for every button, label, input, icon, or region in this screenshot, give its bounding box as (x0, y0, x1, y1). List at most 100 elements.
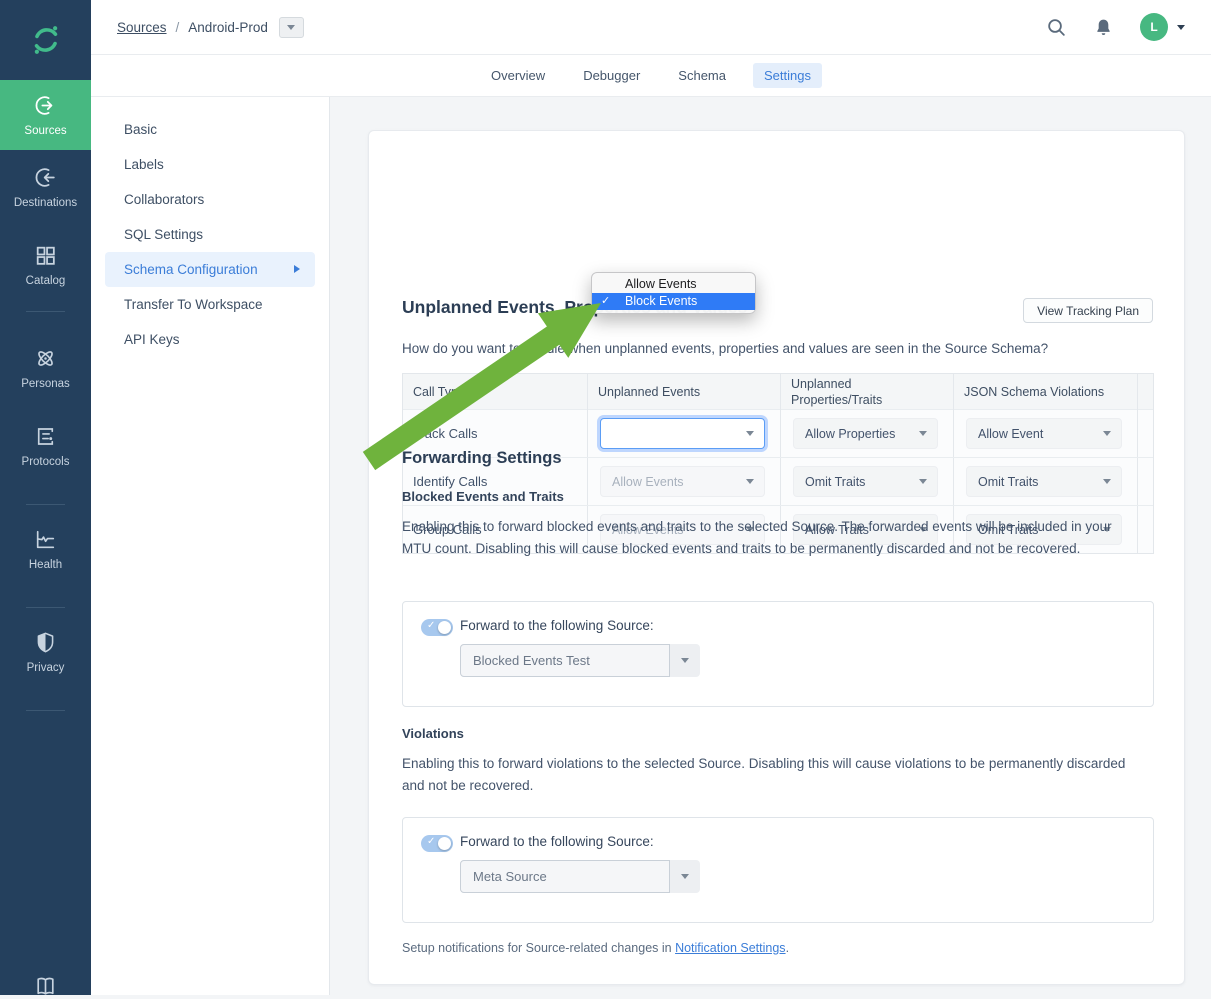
breadcrumb-separator: / (176, 20, 180, 35)
docs-button[interactable] (0, 974, 91, 999)
chevron-down-icon (919, 479, 927, 484)
forward-blocked-toggle[interactable]: ✓ (421, 619, 453, 636)
unplanned-properties-select[interactable]: Omit Traits (793, 466, 938, 497)
sidebar-item-label: Schema Configuration (124, 262, 258, 277)
sidebar-item-label: Privacy (27, 662, 65, 674)
sidebar-item-labels[interactable]: Labels (105, 147, 315, 182)
unplanned-events-select[interactable] (600, 418, 765, 449)
unplanned-properties-select[interactable]: Allow Properties (793, 418, 938, 449)
violations-source-select[interactable]: Meta Source (460, 860, 700, 893)
sidebar-item-label: Health (29, 559, 62, 571)
sidebar-item-catalog[interactable]: Catalog (0, 243, 91, 287)
sidebar-item-label: Catalog (26, 275, 66, 287)
sidebar-item-label: Personas (21, 378, 70, 390)
tab-schema[interactable]: Schema (667, 63, 737, 88)
segment-logo[interactable] (0, 0, 91, 80)
notifications-button[interactable] (1093, 17, 1114, 38)
menu-option-allow-events[interactable]: Allow Events (592, 276, 755, 293)
forwarding-settings-heading: Forwarding Settings (402, 449, 562, 468)
toggle-knob (438, 837, 451, 850)
sidebar-item-destinations[interactable]: Destinations (0, 165, 91, 209)
checkmark-icon: ✓ (601, 293, 610, 310)
blocked-events-description: Enabling this to forward blocked events … (402, 516, 1139, 559)
chevron-down-icon (1103, 479, 1111, 484)
unplanned-events-select[interactable]: Allow Events (600, 466, 765, 497)
tab-settings[interactable]: Settings (753, 63, 822, 88)
select-value: Blocked Events Test (460, 644, 670, 677)
sidebar-item-api-keys[interactable]: API Keys (105, 322, 315, 357)
sidebar-item-health[interactable]: Health (0, 527, 91, 571)
chevron-down-icon (287, 25, 295, 30)
check-icon: ✓ (427, 836, 435, 847)
forward-violations-toggle[interactable]: ✓ (421, 835, 453, 852)
sidebar-item-schema-configuration[interactable]: Schema Configuration (105, 252, 315, 287)
primary-sidebar: Sources Destinations Catalog Personas Pr… (0, 0, 91, 995)
check-icon: ✓ (427, 620, 435, 631)
forward-source-label: Forward to the following Source: (460, 834, 654, 849)
settings-sidebar: Basic Labels Collaborators SQL Settings … (91, 97, 330, 995)
catalog-icon (33, 243, 58, 268)
table-header-row: Call Type Unplanned Events Unplanned Pro… (403, 374, 1153, 409)
sidebar-item-privacy[interactable]: Privacy (0, 630, 91, 674)
column-header-call-type: Call Type (403, 374, 587, 411)
blocked-events-heading: Blocked Events and Traits (402, 489, 564, 504)
chevron-right-icon (294, 265, 300, 273)
tab-debugger[interactable]: Debugger (572, 63, 651, 88)
forward-source-label: Forward to the following Source: (460, 618, 654, 633)
menu-option-block-events[interactable]: ✓ Block Events (592, 293, 755, 310)
page-subtitle: How do you want to handle when unplanned… (402, 341, 1048, 356)
view-tracking-plan-button[interactable]: View Tracking Plan (1023, 298, 1153, 323)
column-header-unplanned-properties: Unplanned Properties/Traits (780, 374, 953, 411)
column-header-unplanned-events: Unplanned Events (587, 374, 780, 411)
note-suffix: . (786, 941, 789, 955)
avatar: L (1140, 13, 1168, 41)
user-menu[interactable]: L (1140, 13, 1185, 41)
chevron-down-icon (746, 479, 754, 484)
select-value: Omit Traits (805, 475, 865, 489)
protocols-icon (33, 424, 58, 449)
chevron-down-icon (681, 658, 689, 663)
toggle-knob (438, 621, 451, 634)
chevron-down-icon (681, 874, 689, 879)
tab-overview[interactable]: Overview (480, 63, 556, 88)
sidebar-item-sql-settings[interactable]: SQL Settings (105, 217, 315, 252)
sidebar-item-label: Protocols (22, 456, 70, 468)
json-violations-select[interactable]: Omit Traits (966, 466, 1122, 497)
sidebar-divider (26, 504, 65, 505)
unplanned-events-dropdown-menu: Allow Events ✓ Block Events (591, 272, 756, 314)
breadcrumb-current-source: Android-Prod (188, 20, 268, 35)
search-icon (1046, 17, 1067, 38)
source-switcher-button[interactable] (279, 17, 304, 38)
sidebar-divider (26, 311, 65, 312)
note-text: Setup notifications for Source-related c… (402, 941, 675, 955)
blocked-source-select[interactable]: Blocked Events Test (460, 644, 700, 677)
select-value: Allow Events (612, 475, 684, 489)
topbar-actions: L (1046, 13, 1185, 41)
sidebar-item-protocols[interactable]: Protocols (0, 424, 91, 468)
sidebar-item-sources[interactable]: Sources (0, 80, 91, 150)
notification-settings-link[interactable]: Notification Settings (675, 941, 785, 955)
book-icon (33, 974, 58, 999)
sidebar-item-collaborators[interactable]: Collaborators (105, 182, 315, 217)
schema-configuration-panel: Unplanned Events, Properties and Values … (368, 130, 1185, 985)
sidebar-divider (26, 710, 65, 711)
privacy-icon (33, 630, 58, 655)
source-tabs: Overview Debugger Schema Settings (91, 55, 1211, 97)
select-value: Allow Properties (805, 427, 895, 441)
segment-logo-icon (25, 19, 67, 61)
chevron-down-icon (919, 431, 927, 436)
search-button[interactable] (1046, 17, 1067, 38)
sources-icon (33, 93, 58, 118)
sidebar-divider (26, 607, 65, 608)
json-violations-select[interactable]: Allow Event (966, 418, 1122, 449)
violations-forward-card: ✓ Forward to the following Source: Meta … (402, 817, 1154, 923)
breadcrumb-sources-link[interactable]: Sources (117, 20, 167, 35)
select-value: Allow Event (978, 427, 1043, 441)
menu-option-label: Block Events (625, 294, 697, 308)
sidebar-item-basic[interactable]: Basic (105, 112, 315, 147)
sidebar-item-label: Sources (24, 125, 66, 137)
bell-icon (1093, 17, 1114, 38)
chevron-down-icon (1103, 431, 1111, 436)
sidebar-item-personas[interactable]: Personas (0, 346, 91, 390)
sidebar-item-transfer-to-workspace[interactable]: Transfer To Workspace (105, 287, 315, 322)
